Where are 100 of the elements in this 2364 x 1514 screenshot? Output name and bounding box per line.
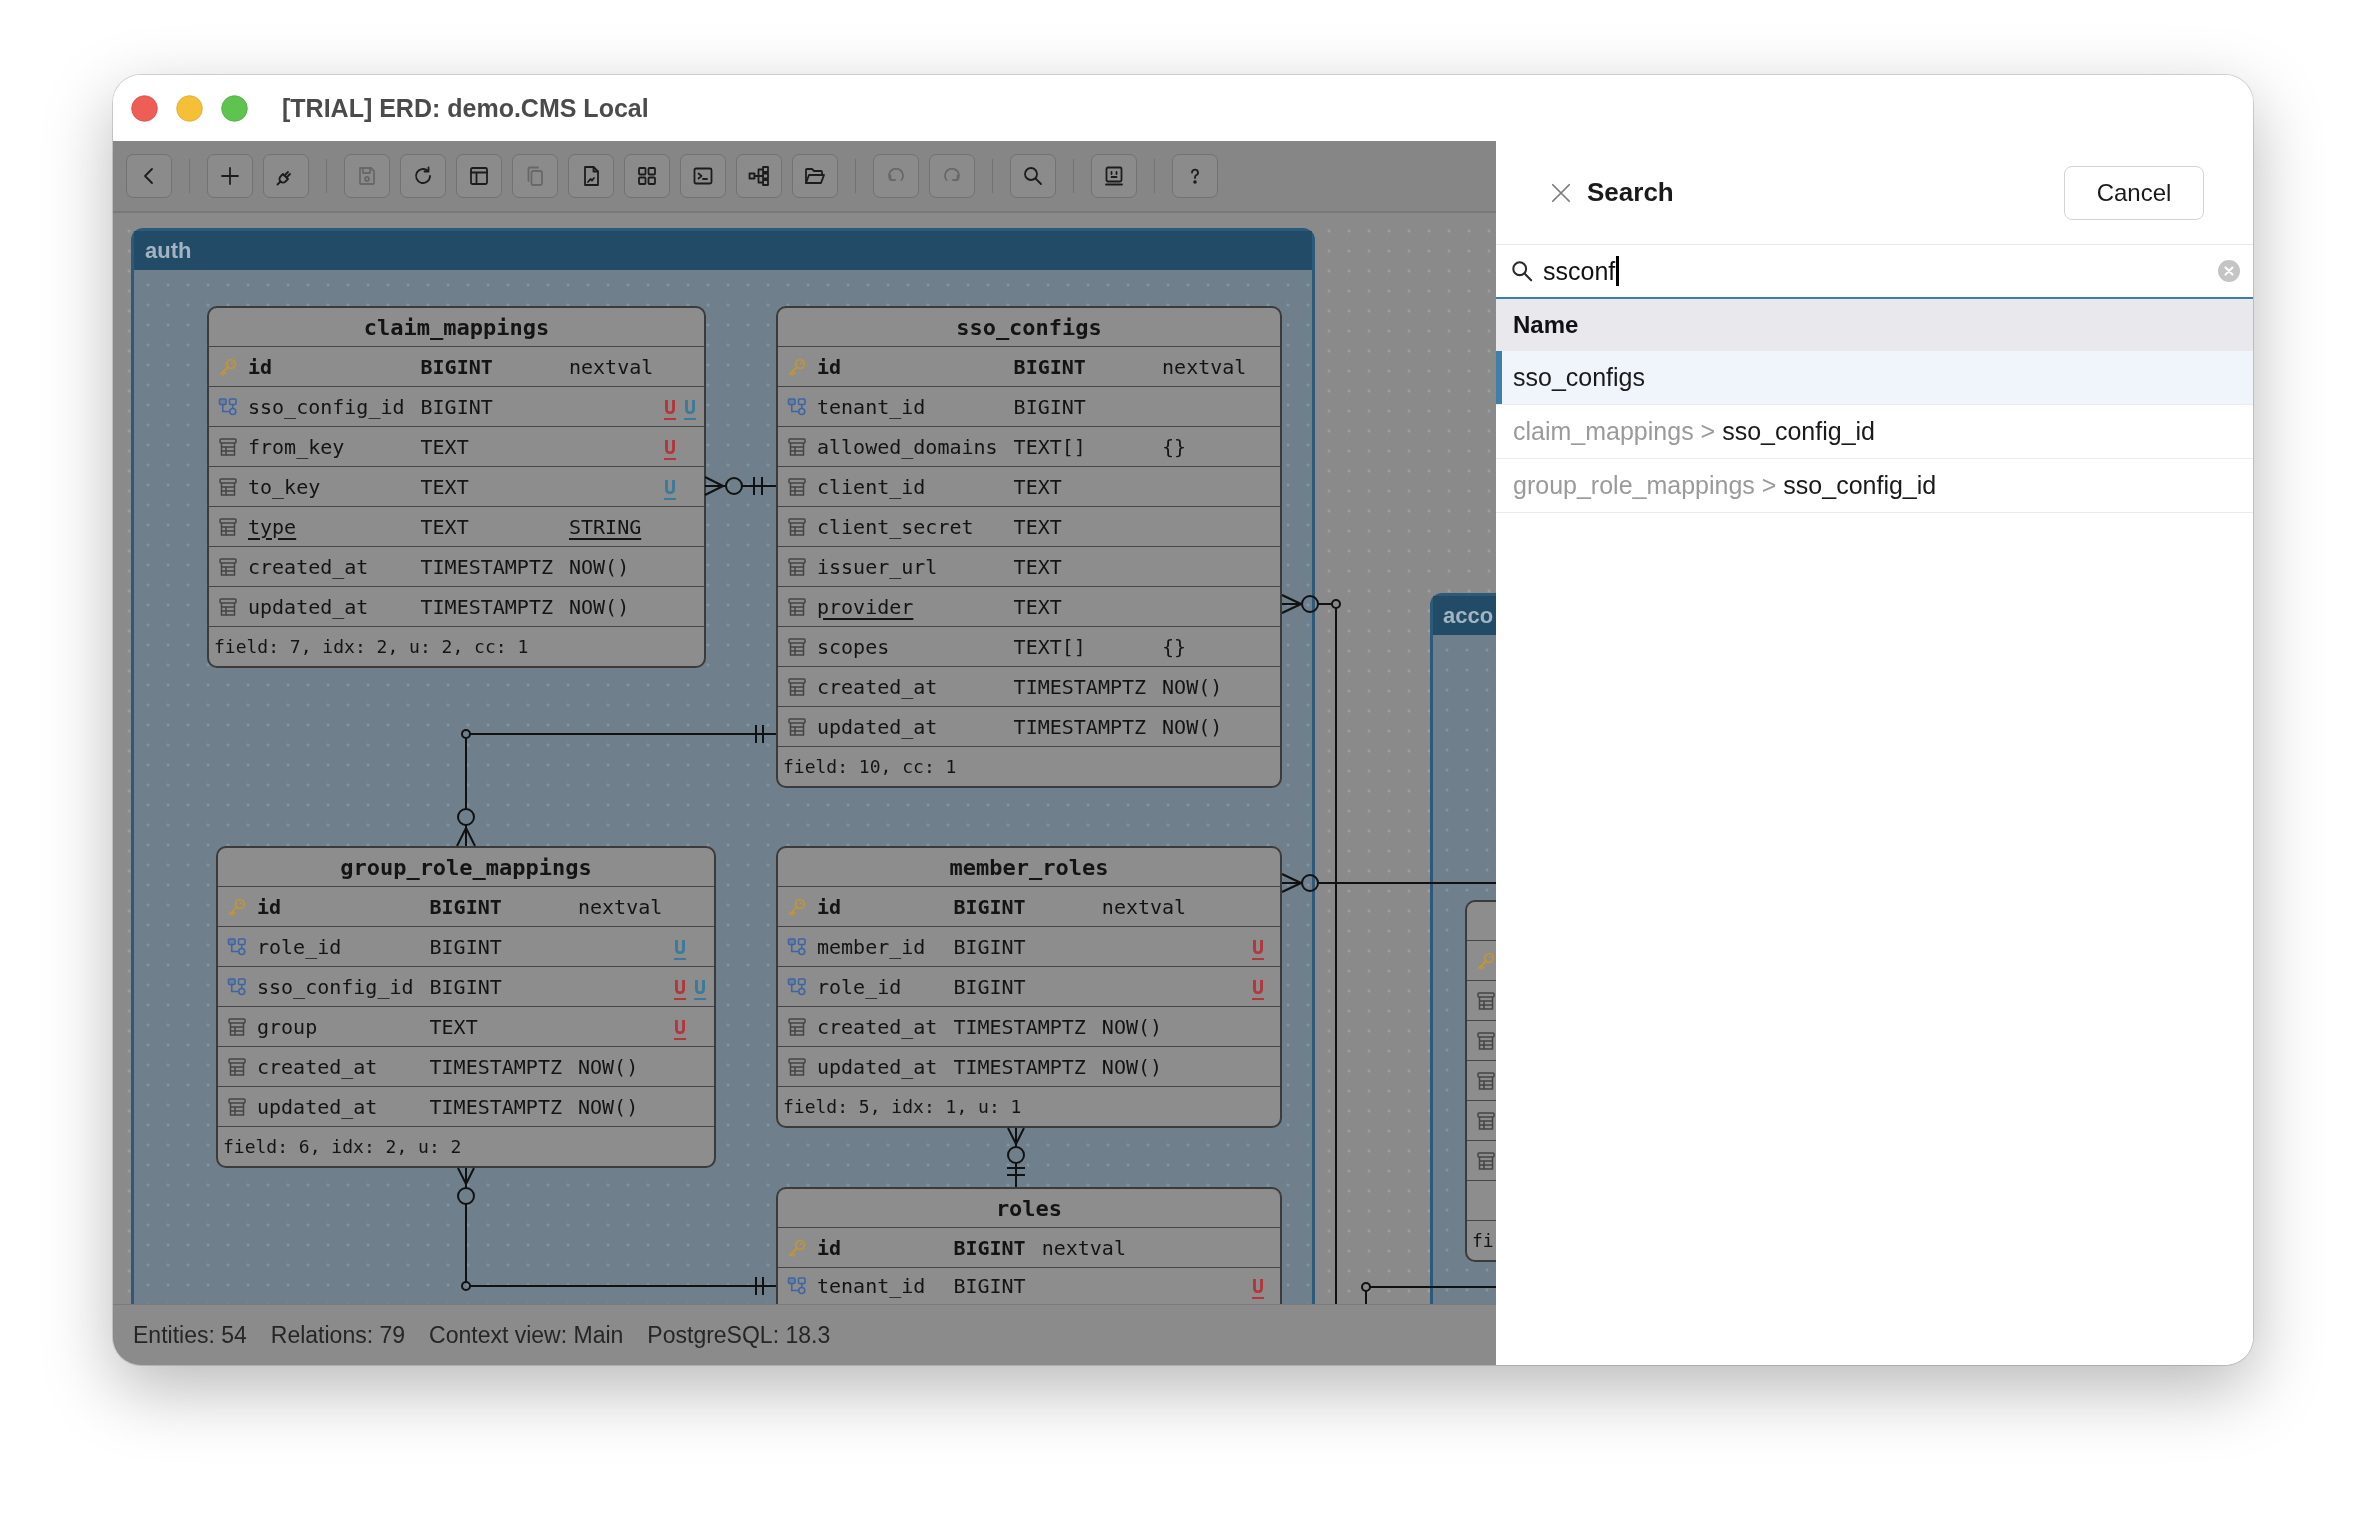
field-name: provider <box>817 594 914 619</box>
field-name: id <box>257 894 282 919</box>
field-type: TEXT <box>1013 554 1062 579</box>
text-cursor-icon <box>1616 256 1620 286</box>
field-default: nextval <box>1101 894 1187 919</box>
window-zoom-icon[interactable] <box>221 94 248 122</box>
unique-label: U <box>1252 974 1265 999</box>
toolbar-button[interactable] <box>207 154 253 198</box>
unique-label: U <box>1252 1274 1265 1298</box>
field-default: NOW() <box>1162 714 1223 739</box>
status-text: Relations: 79 <box>270 1321 406 1349</box>
unique-label: U <box>664 474 677 499</box>
field-type: TEXT <box>1013 594 1062 619</box>
field-type: TEXT <box>429 1014 478 1039</box>
field-type: TIMESTAMPTZ <box>1013 714 1147 739</box>
table-icon <box>787 1016 807 1037</box>
toolbar-button[interactable] <box>624 154 670 198</box>
unique-label: U <box>684 394 697 419</box>
entity-card[interactable]: claim_mappings id BIGINT nextval sso_config_id BIGINT U U from_key TEXT U to_key TEXT U type TEXT STRING created_at TIMESTAMPTZ NOW() updated_at TIMESTAMPTZ NOW() field: 7, idx: 2, u: 2, cc: 1 <box>207 306 706 668</box>
field-default: NOW() <box>1101 1054 1163 1079</box>
toolbar-button[interactable] <box>680 154 726 198</box>
layout-icon <box>467 164 491 188</box>
table-icon <box>1476 1150 1496 1171</box>
field-type: TEXT[] <box>1013 434 1086 459</box>
search-result[interactable]: group_role_mappings > sso_config_id <box>1496 459 2253 513</box>
field-name: updated_at <box>817 1054 938 1079</box>
table-icon <box>218 596 238 617</box>
field-type: TEXT[] <box>1013 634 1086 659</box>
entity-title: roles <box>995 1195 1063 1221</box>
toolbar-button[interactable] <box>568 154 614 198</box>
unique-label: U <box>674 1014 687 1039</box>
face-box-icon <box>1102 164 1126 188</box>
field-default: nextval <box>577 894 663 919</box>
unique-label: U <box>1252 934 1265 959</box>
table-icon <box>227 1096 247 1117</box>
relationship-line <box>1006 1127 1026 1188</box>
table-icon <box>227 1016 247 1037</box>
table-icon <box>787 1056 807 1077</box>
link-nodes-icon <box>787 976 807 997</box>
field-type: BIGINT <box>1013 394 1086 419</box>
field-name: created_at <box>817 674 938 699</box>
table-icon <box>787 676 807 697</box>
field-type: BIGINT <box>953 974 1026 999</box>
field-name: id <box>817 354 842 379</box>
entity-card[interactable]: roles id BIGINT nextval tenant_id BIGINT U <box>776 1187 1282 1304</box>
entity-stats: fi <box>1472 1230 1494 1251</box>
field-name: tenant_id <box>817 394 926 419</box>
entity-card[interactable] <box>776 306 1282 788</box>
field-default: nextval <box>1041 1235 1126 1260</box>
entity-card[interactable]: fi <box>1465 900 1496 1262</box>
toolbar-button[interactable] <box>792 154 838 198</box>
field-name: created_at <box>257 1054 378 1079</box>
toolbar-button[interactable] <box>263 154 309 198</box>
field-default: NOW() <box>577 1094 639 1119</box>
close-icon[interactable] <box>1550 181 1572 204</box>
key-icon <box>787 1237 807 1258</box>
field-default: NOW() <box>568 594 630 619</box>
entity-title: member_roles <box>949 854 1109 880</box>
key-icon <box>227 896 247 917</box>
toolbar-button[interactable] <box>1091 154 1137 198</box>
toolbar-button[interactable] <box>456 154 502 198</box>
search-result[interactable]: claim_mappings > sso_config_id <box>1496 405 2253 459</box>
field-type: TEXT <box>1013 474 1062 499</box>
field-name: group <box>257 1014 318 1039</box>
toolbar-button[interactable] <box>1172 154 1218 198</box>
field-type: TIMESTAMPTZ <box>420 554 553 579</box>
entity-card[interactable]: member_roles id BIGINT nextval member_id BIGINT U role_id BIGINT U created_at TIMESTAMPTZ NOW() updated_at TIMESTAMPTZ NOW() field: 5, idx: 1, u: 1 <box>776 846 1282 1128</box>
field-default: nextval <box>568 354 654 379</box>
hierarchy-icon <box>747 164 771 188</box>
link-nodes-icon <box>787 936 807 957</box>
cancel-button[interactable]: Cancel <box>2064 165 2204 220</box>
field-default: STRING <box>568 514 642 539</box>
entity-stats: field: 5, idx: 1, u: 1 <box>783 1096 1022 1117</box>
field-default: {} <box>1162 634 1187 659</box>
field-name: client_secret <box>817 514 974 539</box>
toolbar-button[interactable] <box>736 154 782 198</box>
table-icon <box>1476 1110 1496 1131</box>
field-type: TIMESTAMPTZ <box>953 1054 1086 1079</box>
window-close-icon[interactable] <box>131 94 158 122</box>
toolbar-button[interactable] <box>1010 154 1056 198</box>
unique-label: U <box>664 394 677 419</box>
table-icon <box>787 596 807 617</box>
search-result[interactable]: sso_configs <box>1496 351 2253 405</box>
table-icon <box>1476 990 1496 1011</box>
field-type: BIGINT <box>420 354 493 379</box>
field-name: created_at <box>248 554 369 579</box>
entity-card[interactable]: group_role_mappings id BIGINT nextval role_id BIGINT U sso_config_id BIGINT U U group TEXT U created_at TIMESTAMPTZ NOW() updated_at TIMESTAMPTZ NOW() field: 6, idx: 2, u: 2 <box>216 846 716 1168</box>
link-nodes-icon <box>227 976 247 997</box>
toolbar-button[interactable] <box>400 154 446 198</box>
unique-label: U <box>674 934 687 959</box>
table-icon <box>227 1056 247 1077</box>
field-default: NOW() <box>1162 674 1223 699</box>
field-name: id <box>817 1235 842 1260</box>
field-type: TIMESTAMPTZ <box>953 1014 1086 1039</box>
field-type: BIGINT <box>953 934 1026 959</box>
link-nodes-icon <box>227 936 247 957</box>
toolbar-button[interactable] <box>126 154 172 198</box>
field-name: type <box>248 514 297 539</box>
status-text: Context view: Main <box>429 1321 624 1349</box>
table-icon <box>1476 1030 1496 1051</box>
